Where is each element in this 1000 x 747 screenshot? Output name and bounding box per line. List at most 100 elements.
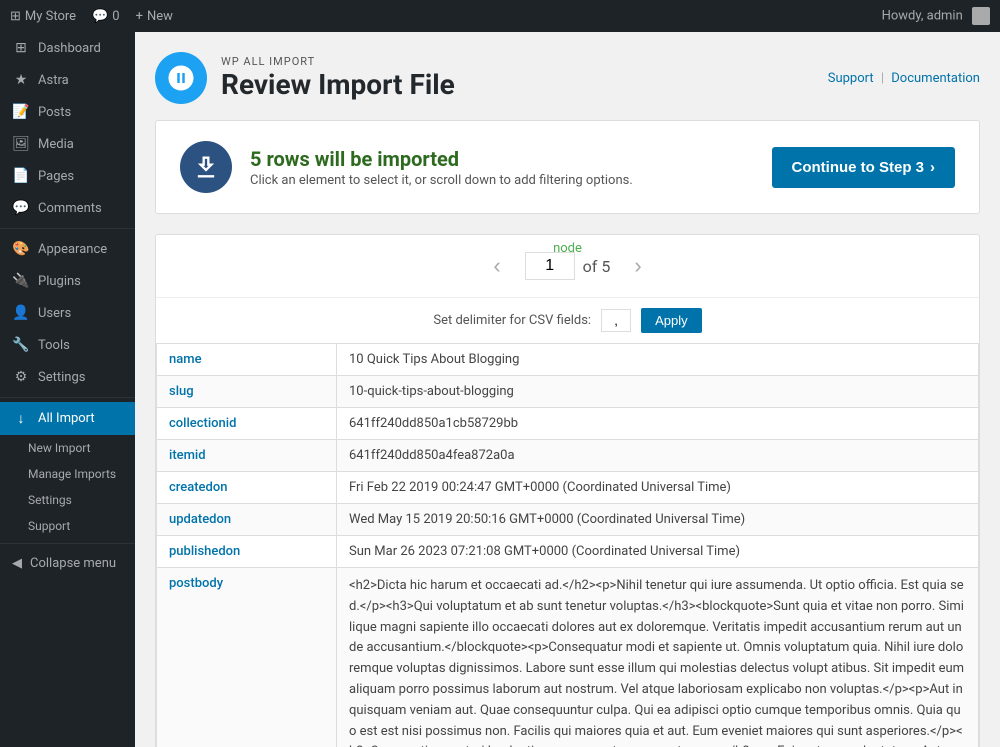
sidebar-item-all-import[interactable]: ↓ All Import: [0, 402, 135, 435]
csv-delimiter-row: Set delimiter for CSV fields: Apply: [156, 297, 979, 343]
field-value-cell: Fri Feb 22 2019 00:24:47 GMT+0000 (Coord…: [337, 472, 979, 504]
table-row: createdonFri Feb 22 2019 00:24:47 GMT+00…: [157, 472, 979, 504]
comment-icon: 💬: [92, 9, 108, 24]
continue-btn-label: Continue to Step 3: [792, 159, 925, 176]
tools-icon: 🔧: [12, 337, 30, 353]
sidebar-item-comments[interactable]: 💬 Comments: [0, 192, 135, 224]
sidebar-subitem-new-import[interactable]: New Import: [0, 435, 135, 461]
prev-node-button[interactable]: ‹: [483, 249, 510, 283]
table-row: slug10-quick-tips-about-blogging: [157, 376, 979, 408]
field-name-cell[interactable]: itemid: [157, 440, 337, 472]
sidebar-item-posts[interactable]: 📝 Posts: [0, 96, 135, 128]
sidebar-item-tools[interactable]: 🔧 Tools: [0, 329, 135, 361]
next-node-button[interactable]: ›: [624, 249, 651, 283]
page-title: Review Import File: [221, 68, 455, 101]
posts-icon: 📝: [12, 104, 30, 120]
table-row: postbody<h2>Dicta hic harum et occaecati…: [157, 568, 979, 747]
table-row: itemid641ff240dd850a4fea872a0a: [157, 440, 979, 472]
import-icon-circle: [180, 141, 232, 193]
new-import-label: New Import: [28, 441, 91, 455]
separator-1: [0, 228, 135, 229]
site-name: My Store: [25, 9, 76, 24]
field-name-cell[interactable]: updatedon: [157, 504, 337, 536]
separator-2: [0, 397, 135, 398]
new-content-link[interactable]: + New: [136, 9, 173, 24]
header-links: Support | Documentation: [828, 71, 980, 86]
sidebar-item-media[interactable]: 🖼 Media: [0, 128, 135, 160]
site-name-link[interactable]: ⊞ My Store: [10, 9, 76, 24]
sidebar-label-pages: Pages: [38, 169, 74, 184]
sidebar-item-settings[interactable]: ⚙ Settings: [0, 361, 135, 393]
collapse-menu-button[interactable]: ◀ Collapse menu: [0, 548, 135, 579]
field-value-cell: Sun Mar 26 2023 07:21:08 GMT+0000 (Coord…: [337, 536, 979, 568]
sidebar: ⊞ Dashboard ★ Astra 📝 Posts 🖼 Media 📄 Pa…: [0, 32, 135, 747]
continue-step3-button[interactable]: Continue to Step 3 ›: [772, 147, 956, 188]
settings-sub-label: Settings: [28, 493, 72, 507]
download-icon: [192, 153, 220, 181]
sidebar-item-pages[interactable]: 📄 Pages: [0, 160, 135, 192]
sidebar-label-media: Media: [38, 137, 74, 152]
field-name-cell[interactable]: slug: [157, 376, 337, 408]
node-number-input[interactable]: [525, 252, 575, 280]
plugin-header: WP ALL IMPORT Review Import File Support…: [155, 52, 980, 104]
sidebar-label-tools: Tools: [38, 338, 70, 353]
field-name-cell[interactable]: collectionid: [157, 408, 337, 440]
sidebar-subitem-settings[interactable]: Settings: [0, 487, 135, 513]
delimiter-input[interactable]: [601, 309, 631, 332]
avatar: [972, 7, 990, 25]
collapse-icon: ◀: [12, 556, 22, 571]
apply-delimiter-button[interactable]: Apply: [641, 308, 702, 333]
import-info-box: 5 rows will be imported Click an element…: [155, 120, 980, 214]
wp-icon: ⊞: [10, 9, 21, 24]
field-name-cell[interactable]: createdon: [157, 472, 337, 504]
delimiter-label: Set delimiter for CSV fields:: [433, 313, 591, 328]
rows-count-text: 5 rows will be imported: [250, 147, 633, 171]
sidebar-item-plugins[interactable]: 🔌 Plugins: [0, 265, 135, 297]
field-name-cell[interactable]: publishedon: [157, 536, 337, 568]
field-name-cell[interactable]: name: [157, 344, 337, 376]
comment-count: 0: [112, 9, 119, 24]
field-value-cell: 10-quick-tips-about-blogging: [337, 376, 979, 408]
table-row: publishedonSun Mar 26 2023 07:21:08 GMT+…: [157, 536, 979, 568]
sidebar-item-astra[interactable]: ★ Astra: [0, 64, 135, 96]
support-label: Support: [28, 519, 70, 533]
field-value-cell: 10 Quick Tips About Blogging: [337, 344, 979, 376]
howdy-text: Howdy, admin: [882, 8, 963, 23]
data-table: name10 Quick Tips About Bloggingslug10-q…: [156, 343, 979, 747]
sidebar-label-posts: Posts: [38, 105, 71, 120]
admin-bar: ⊞ My Store 💬 0 + New Howdy, admin: [0, 0, 1000, 32]
table-row: collectionid641ff240dd850a1cb58729bb: [157, 408, 979, 440]
sidebar-label-appearance: Appearance: [38, 242, 107, 257]
sidebar-label-comments: Comments: [38, 201, 102, 216]
settings-icon: ⚙: [12, 369, 30, 385]
sidebar-subitem-manage-imports[interactable]: Manage Imports: [0, 461, 135, 487]
dashboard-icon: ⊞: [12, 40, 30, 56]
sidebar-label-plugins: Plugins: [38, 274, 81, 289]
manage-imports-label: Manage Imports: [28, 467, 116, 481]
field-value-cell: 641ff240dd850a4fea872a0a: [337, 440, 979, 472]
node-navigator: node ‹ of 5 › Set delimiter for CSV fiel…: [155, 234, 980, 747]
separator-3: [0, 543, 135, 544]
link-separator: |: [881, 71, 887, 86]
chevron-right-icon: ›: [930, 159, 935, 176]
sidebar-label-all-import: All Import: [38, 411, 95, 426]
plus-icon: +: [136, 9, 143, 24]
sidebar-label-users: Users: [38, 306, 71, 321]
media-icon: 🖼: [12, 136, 30, 152]
comments-link[interactable]: 💬 0: [92, 9, 120, 24]
pages-icon: 📄: [12, 168, 30, 184]
sidebar-subitem-support[interactable]: Support: [0, 513, 135, 539]
node-of-label: of 5: [583, 257, 611, 276]
sidebar-item-dashboard[interactable]: ⊞ Dashboard: [0, 32, 135, 64]
field-value-cell: 641ff240dd850a1cb58729bb: [337, 408, 979, 440]
sidebar-item-users[interactable]: 👤 Users: [0, 297, 135, 329]
plugin-logo-icon: [166, 63, 196, 93]
appearance-icon: 🎨: [12, 241, 30, 257]
documentation-link[interactable]: Documentation: [891, 71, 980, 86]
support-link[interactable]: Support: [828, 71, 874, 86]
field-name-cell[interactable]: postbody: [157, 568, 337, 747]
field-value-cell: Wed May 15 2019 20:50:16 GMT+0000 (Coord…: [337, 504, 979, 536]
sidebar-label-astra: Astra: [38, 73, 69, 88]
collapse-label: Collapse menu: [30, 556, 116, 571]
sidebar-item-appearance[interactable]: 🎨 Appearance: [0, 233, 135, 265]
